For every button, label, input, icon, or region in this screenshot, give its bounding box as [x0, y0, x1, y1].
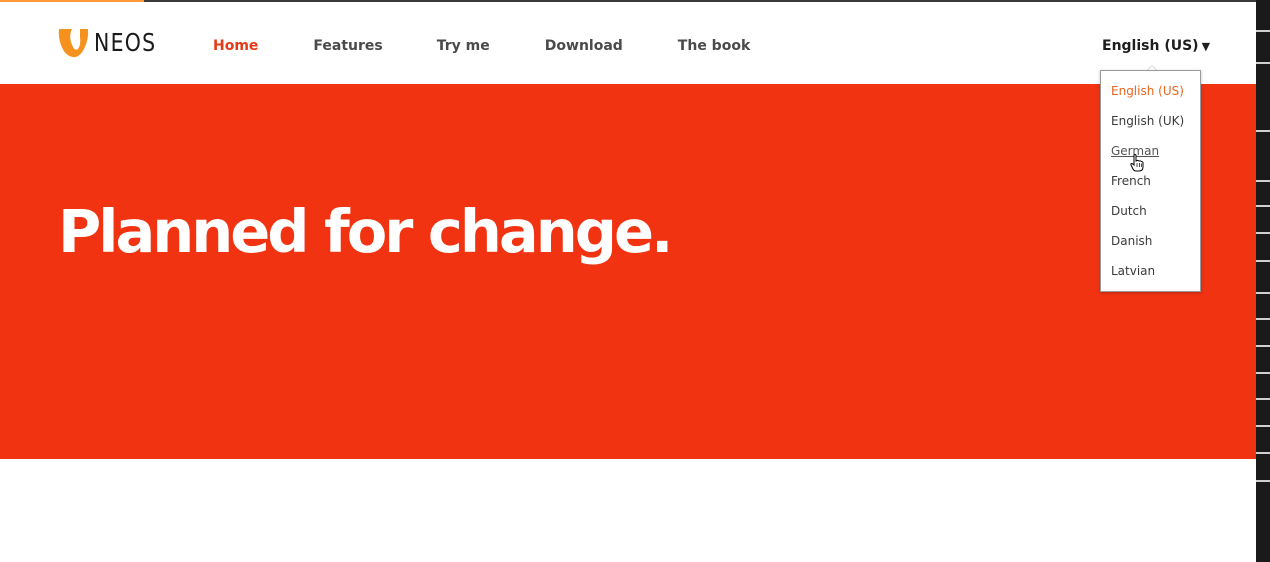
language-option-french[interactable]: French: [1101, 172, 1200, 202]
nav-item-features[interactable]: Features: [313, 38, 382, 54]
language-selected-label: English (US): [1102, 38, 1199, 54]
nav-item-the-book[interactable]: The book: [678, 38, 750, 54]
brand-logo[interactable]: NEOS: [57, 24, 170, 60]
nav-item-try-me[interactable]: Try me: [437, 38, 490, 54]
language-option-german[interactable]: German: [1101, 142, 1200, 172]
caret-down-icon: ▼: [1201, 40, 1211, 53]
language-dropdown: English (US) English (UK) German French …: [1100, 70, 1201, 292]
language-selector[interactable]: English (US) ▼: [1102, 38, 1210, 54]
main-nav: Home Features Try me Download The book: [213, 38, 750, 54]
language-option-dutch[interactable]: Dutch: [1101, 202, 1200, 232]
hero-banner: Planned for change.: [0, 84, 1256, 459]
brand-name: NEOS: [94, 27, 157, 57]
hero-title: Planned for change.: [58, 197, 673, 266]
neos-logo-icon: [57, 25, 91, 59]
language-option-english-us[interactable]: English (US): [1101, 82, 1200, 112]
nav-item-home[interactable]: Home: [213, 38, 258, 54]
nav-item-download[interactable]: Download: [545, 38, 623, 54]
language-option-latvian[interactable]: Latvian: [1101, 262, 1200, 292]
hand-cursor-icon: [1130, 154, 1144, 176]
language-option-danish[interactable]: Danish: [1101, 232, 1200, 262]
site-header: NEOS Home Features Try me Download The b…: [0, 2, 1256, 84]
window-edge: [1256, 0, 1270, 562]
language-option-english-uk[interactable]: English (UK): [1101, 112, 1200, 142]
